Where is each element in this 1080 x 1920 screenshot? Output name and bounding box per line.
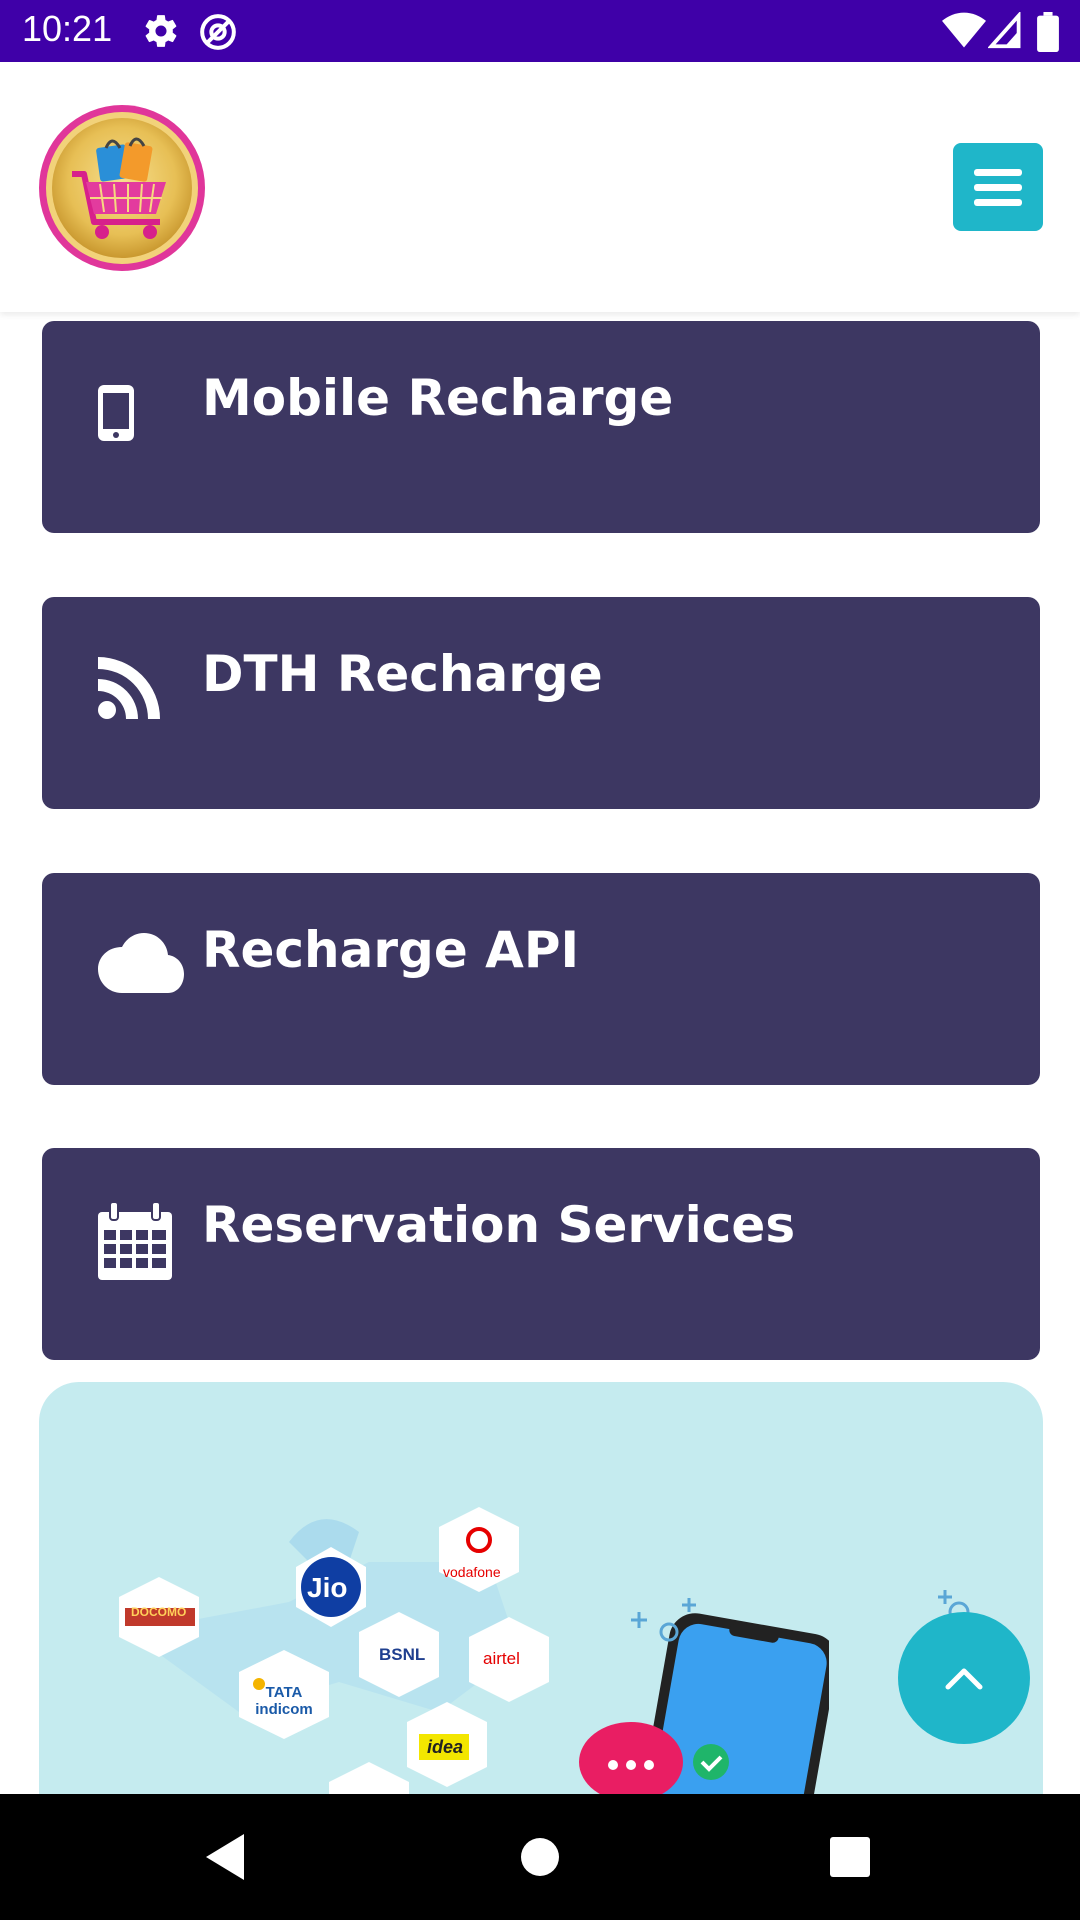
app-header [0,62,1080,312]
scroll-to-top-button[interactable] [898,1612,1030,1744]
mobile-phone-icon [98,385,134,441]
calendar-icon [98,1202,172,1280]
back-button[interactable] [190,1822,260,1892]
cell-signal-icon [988,12,1021,49]
service-label: Mobile Recharge [202,369,674,427]
recents-icon [830,1837,870,1877]
operator-idea: idea [427,1737,464,1757]
operators-banner: DOCOMO Jio vodafone BSNL airtel TATA ind… [39,1382,1043,1802]
hamburger-menu-icon [974,169,1022,206]
operator-vodafone: vodafone [443,1564,501,1580]
service-card-reservation-services[interactable]: Reservation Services [42,1148,1040,1360]
rss-feed-icon [98,657,160,719]
service-card-dth-recharge[interactable]: DTH Recharge [42,597,1040,809]
service-label: Reservation Services [202,1196,796,1254]
settings-icon [145,15,177,47]
recents-button[interactable] [815,1822,885,1892]
chat-bubble-illustration [579,1722,683,1802]
operator-airtel: airtel [483,1649,520,1668]
operator-docomo: DOCOMO [131,1605,187,1619]
cloud-icon [98,933,184,993]
chevron-up-icon [945,1668,983,1690]
service-label: Recharge API [202,921,580,979]
home-icon [521,1838,559,1876]
battery-icon [1037,12,1059,52]
system-nav-bar [0,1794,1080,1920]
operator-bsnl: BSNL [379,1645,426,1664]
status-bar: 10:21 [0,0,1080,62]
status-time: 10:21 [22,8,113,49]
back-icon [206,1834,244,1880]
service-card-mobile-recharge[interactable]: Mobile Recharge [42,321,1040,533]
home-button[interactable] [505,1822,575,1892]
service-card-recharge-api[interactable]: Recharge API [42,873,1040,1085]
service-label: DTH Recharge [202,645,603,703]
shopping-cart-logo[interactable] [38,104,206,272]
wifi-icon [942,12,986,48]
data-saver-icon [200,14,236,50]
menu-button[interactable] [953,143,1043,231]
operator-jio: Jio [307,1572,348,1603]
operator-tata-indicom: TATA indicom [255,1684,313,1718]
